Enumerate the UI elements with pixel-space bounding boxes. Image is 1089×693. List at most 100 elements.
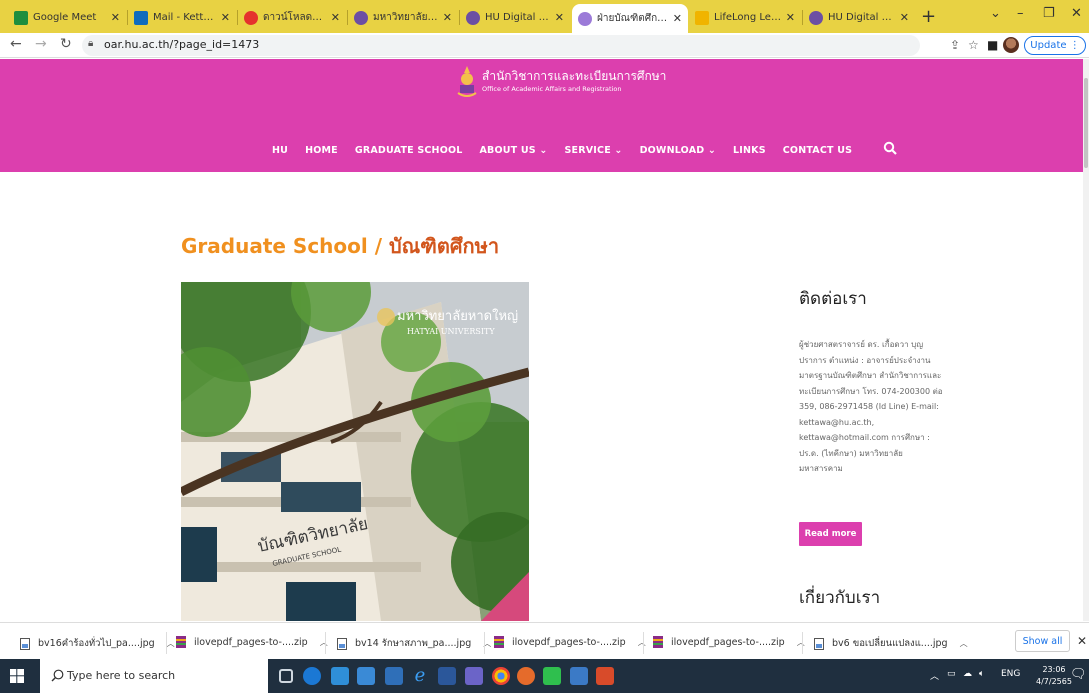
tab-close-icon[interactable]: ✕ bbox=[673, 12, 682, 25]
zip-file-icon bbox=[176, 636, 186, 648]
tab-hatyai-university[interactable]: มหาวิทยาลัยหาดใหญ่ ✕ bbox=[348, 5, 458, 30]
reload-icon[interactable]: ↻ bbox=[60, 36, 72, 52]
photos-icon[interactable] bbox=[570, 667, 588, 685]
site-logo-english[interactable]: Office of Academic Affairs and Registrat… bbox=[482, 85, 622, 93]
internet-explorer-icon[interactable]: ℯ bbox=[411, 667, 429, 685]
line-icon[interactable] bbox=[543, 667, 561, 685]
download-item[interactable]: ilovepdf_pages-to-....zip ︿ bbox=[653, 636, 805, 648]
tab-close-icon[interactable]: ✕ bbox=[900, 11, 909, 24]
tab-close-icon[interactable]: ✕ bbox=[443, 11, 452, 24]
update-button[interactable]: Update ⋮ bbox=[1024, 36, 1086, 55]
tab-google-meet[interactable]: Google Meet ✕ bbox=[8, 5, 126, 30]
contact-text: ผู้ช่วยศาสตราจารย์ ดร. เกื้อดวา บุญปรากา… bbox=[799, 340, 943, 473]
address-bar-row: ← → ↻ 🔒︎ oar.hu.ac.th/?page_id=1473 ⇪ ☆ … bbox=[0, 33, 1089, 58]
mail-icon[interactable] bbox=[357, 667, 375, 685]
chevron-up-icon[interactable]: ︿ bbox=[960, 638, 968, 649]
volume-icon[interactable]: 🔈︎ bbox=[979, 669, 984, 679]
language-indicator[interactable]: ENG bbox=[1001, 669, 1020, 679]
lifelong-icon bbox=[695, 10, 709, 25]
edge-icon[interactable] bbox=[303, 667, 321, 685]
nav-contact-us[interactable]: CONTACT US bbox=[783, 145, 852, 156]
zip-file-icon bbox=[653, 636, 663, 648]
download-item[interactable]: ilovepdf_pages-to-....zip ︿ bbox=[494, 636, 646, 648]
address-bar[interactable]: 🔒︎ oar.hu.ac.th/?page_id=1473 bbox=[82, 35, 920, 56]
calculator-icon[interactable] bbox=[385, 667, 403, 685]
tab-graduate-school-active[interactable]: ฝ่ายบัณฑิตศึกษา | สำ ✕ bbox=[572, 4, 688, 33]
main-navigation: HU HOME GRADUATE SCHOOL ABOUT US ⌄ SERVI… bbox=[272, 145, 852, 156]
university-seal-icon[interactable] bbox=[456, 65, 478, 99]
close-downloads-icon[interactable]: ✕ bbox=[1077, 634, 1087, 648]
taskbar-search-input[interactable]: Type here to search bbox=[40, 659, 268, 693]
tab-lifelong-learning[interactable]: LifeLong Learning ✕ bbox=[689, 5, 801, 30]
windows-taskbar: Type here to search ℯ ︿ ▭ ☁ 🔈︎ ENG 23:06… bbox=[0, 659, 1089, 693]
download-item[interactable]: bv6 ขอเปลี่ยนแปลงแ....jpg ︿ bbox=[814, 636, 968, 651]
tab-close-icon[interactable]: ✕ bbox=[111, 11, 120, 24]
restore-icon[interactable]: ❐ bbox=[1043, 6, 1055, 21]
minimize-icon[interactable]: – bbox=[1017, 6, 1024, 21]
lock-icon[interactable]: 🔒︎ bbox=[88, 38, 93, 49]
download-item[interactable]: bv14 รักษาสภาพ_pa....jpg ︿ bbox=[337, 636, 491, 651]
scrollbar-thumb[interactable] bbox=[1084, 78, 1088, 168]
outlook-icon bbox=[134, 10, 148, 25]
close-window-icon[interactable]: ✕ bbox=[1071, 6, 1082, 21]
tab-hu-digital[interactable]: HU Digital Univers ✕ bbox=[460, 5, 570, 30]
chrome-profile-icon[interactable] bbox=[517, 667, 535, 685]
chevron-up-icon[interactable]: ︿ bbox=[638, 637, 646, 648]
word-icon[interactable] bbox=[438, 667, 456, 685]
tray-chevron-icon[interactable]: ︿ bbox=[930, 669, 939, 682]
university-seal-icon bbox=[809, 10, 823, 25]
forward-icon[interactable]: → bbox=[35, 36, 47, 52]
tab-search-chevron-icon[interactable]: ⌄ bbox=[990, 6, 1001, 21]
app-icon[interactable] bbox=[465, 667, 483, 685]
nav-about-us[interactable]: ABOUT US ⌄ bbox=[480, 145, 548, 156]
nav-hu[interactable]: HU bbox=[272, 145, 288, 156]
tab-close-icon[interactable]: ✕ bbox=[786, 11, 795, 24]
sidepanel-icon[interactable]: ■ bbox=[987, 38, 998, 52]
search-icon[interactable] bbox=[883, 141, 897, 155]
google-meet-icon bbox=[14, 10, 28, 25]
tab-close-icon[interactable]: ✕ bbox=[555, 11, 564, 24]
photo-university-logo-english: HATYAI UNIVERSITY bbox=[407, 327, 495, 336]
chevron-up-icon[interactable]: ︿ bbox=[167, 638, 175, 649]
nav-service[interactable]: SERVICE ⌄ bbox=[565, 145, 623, 156]
nav-home[interactable]: HOME bbox=[305, 145, 338, 156]
back-icon[interactable]: ← bbox=[10, 36, 22, 52]
windows-start-icon[interactable] bbox=[10, 669, 24, 683]
network-icon[interactable]: ▭ bbox=[947, 669, 956, 679]
chevron-up-icon[interactable]: ︿ bbox=[320, 637, 328, 648]
download-item[interactable]: ilovepdf_pages-to-....zip ︿ bbox=[176, 636, 328, 648]
chrome-icon[interactable] bbox=[492, 667, 510, 685]
profile-avatar[interactable] bbox=[1003, 37, 1019, 53]
image-file-icon bbox=[20, 637, 30, 650]
tab-mail[interactable]: Mail - Kettawa Boo ✕ bbox=[128, 5, 236, 30]
university-seal-icon bbox=[578, 11, 592, 26]
tab-ilovepdf[interactable]: ดาวน์โหลดไฟล์ | iLov ✕ bbox=[238, 5, 346, 30]
heart-icon bbox=[244, 10, 258, 25]
nav-links[interactable]: LINKS bbox=[733, 145, 766, 156]
university-seal-icon bbox=[354, 10, 368, 25]
download-item[interactable]: bv16คำร้องทั่วไป_pa....jpg ︿ bbox=[20, 636, 175, 651]
taskbar-clock[interactable]: 23:06 4/7/2565 bbox=[1036, 664, 1072, 688]
site-logo-thai[interactable]: สำนักวิชาการและทะเบียนการศึกษา bbox=[482, 67, 666, 86]
tab-close-icon[interactable]: ✕ bbox=[331, 11, 340, 24]
share-icon[interactable]: ⇪ bbox=[950, 38, 960, 52]
read-more-button[interactable]: Read more bbox=[799, 522, 862, 546]
notification-icon[interactable]: 🗨︎ bbox=[1070, 667, 1087, 682]
graduate-school-building-photo: บัณฑิตวิทยาลัย GRADUATE SCHOOL มหาวิทยาล… bbox=[181, 282, 529, 621]
contact-heading: ติดต่อเรา bbox=[799, 289, 867, 309]
tab-hu-digital-2[interactable]: HU Digital Univers ✕ bbox=[803, 5, 915, 30]
bookmark-star-icon[interactable]: ☆ bbox=[968, 38, 979, 52]
image-file-icon bbox=[337, 637, 347, 650]
nav-download[interactable]: DOWNLOAD ⌄ bbox=[640, 145, 716, 156]
tab-close-icon[interactable]: ✕ bbox=[221, 11, 230, 24]
onedrive-icon[interactable]: ☁ bbox=[963, 669, 972, 679]
chevron-up-icon[interactable]: ︿ bbox=[797, 637, 805, 648]
browser-tab-strip: Google Meet ✕ Mail - Kettawa Boo ✕ ดาวน์… bbox=[0, 0, 1089, 33]
show-all-downloads-button[interactable]: Show all bbox=[1015, 630, 1070, 652]
image-file-icon bbox=[814, 637, 824, 650]
task-view-icon[interactable] bbox=[279, 669, 293, 683]
store-icon[interactable] bbox=[331, 667, 349, 685]
winrar-icon[interactable] bbox=[596, 667, 614, 685]
nav-graduate-school[interactable]: GRADUATE SCHOOL bbox=[355, 145, 463, 156]
new-tab-icon[interactable]: + bbox=[921, 6, 936, 27]
